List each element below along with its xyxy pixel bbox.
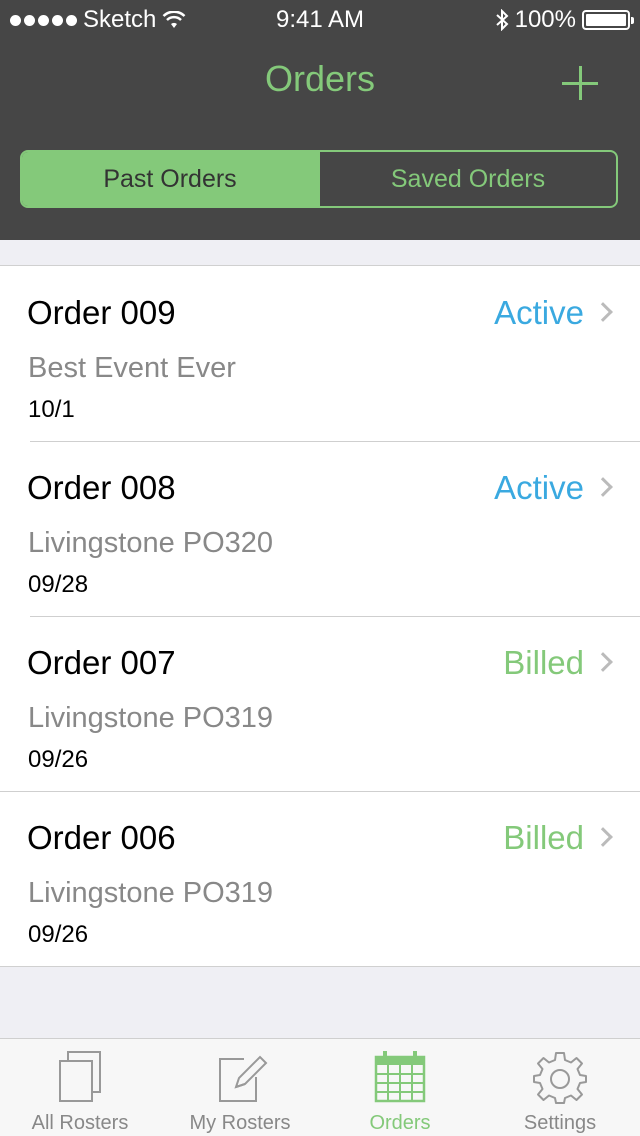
tab-settings[interactable]: Settings [480, 1039, 640, 1136]
order-date: 09/26 [28, 921, 89, 948]
segment-saved-orders[interactable]: Saved Orders [318, 152, 616, 206]
order-status: Billed [503, 819, 584, 856]
order-event-name: Livingstone PO319 [28, 702, 274, 734]
documents-icon [59, 1051, 101, 1102]
orders-list: Order 009 Active Best Event Ever 10/1 Or… [0, 265, 640, 967]
order-date: 10/1 [28, 396, 75, 423]
segment-past-orders[interactable]: Past Orders [22, 152, 318, 206]
edit-icon [219, 1055, 268, 1102]
order-date: 09/28 [28, 571, 89, 598]
order-row[interactable]: Order 007 Billed Livingstone PO319 09/26 [0, 616, 640, 791]
order-event-name: Livingstone PO320 [28, 527, 274, 559]
order-status: Active [494, 469, 584, 506]
chevron-right-icon [593, 477, 613, 497]
tab-bar: All Rosters My Rosters Orders Settings [0, 1038, 640, 1136]
battery-percent: 100% [514, 6, 576, 33]
tab-orders[interactable]: Orders [320, 1039, 480, 1136]
battery-icon [582, 10, 634, 30]
tab-my-rosters[interactable]: My Rosters [160, 1039, 320, 1136]
status-right: 100% [495, 6, 634, 34]
segmented-control: Past Orders Saved Orders [20, 150, 618, 208]
add-order-button[interactable] [560, 62, 600, 102]
order-event-name: Best Event Ever [28, 352, 236, 384]
order-title: Order 006 [27, 819, 176, 856]
order-title: Order 009 [27, 294, 176, 331]
order-date: 09/26 [28, 746, 89, 773]
order-title: Order 008 [27, 469, 176, 506]
order-row[interactable]: Order 009 Active Best Event Ever 10/1 [0, 266, 640, 441]
chevron-right-icon [593, 827, 613, 847]
tab-label: Orders [369, 1112, 431, 1134]
order-event-name: Livingstone PO319 [28, 877, 274, 909]
status-bar: Sketch 9:41 AM 100% [0, 0, 640, 40]
page-title: Orders [264, 58, 376, 99]
order-status: Active [494, 294, 584, 331]
order-status: Billed [503, 644, 584, 681]
tab-label: Settings [523, 1112, 597, 1134]
calendar-icon [374, 1051, 426, 1103]
chevron-right-icon [593, 302, 613, 322]
header: Sketch 9:41 AM 100% Orders Past Orders S… [0, 0, 640, 240]
gear-icon [533, 1052, 587, 1104]
tab-label: All Rosters [31, 1112, 129, 1134]
tab-label: My Rosters [189, 1112, 291, 1134]
order-title: Order 007 [27, 644, 176, 681]
bluetooth-icon [495, 9, 509, 31]
tab-all-rosters[interactable]: All Rosters [0, 1039, 160, 1136]
order-row[interactable]: Order 008 Active Livingstone PO320 09/28 [0, 441, 640, 616]
chevron-right-icon [593, 652, 613, 672]
order-row[interactable]: Order 006 Billed Livingstone PO319 09/26 [0, 791, 640, 966]
